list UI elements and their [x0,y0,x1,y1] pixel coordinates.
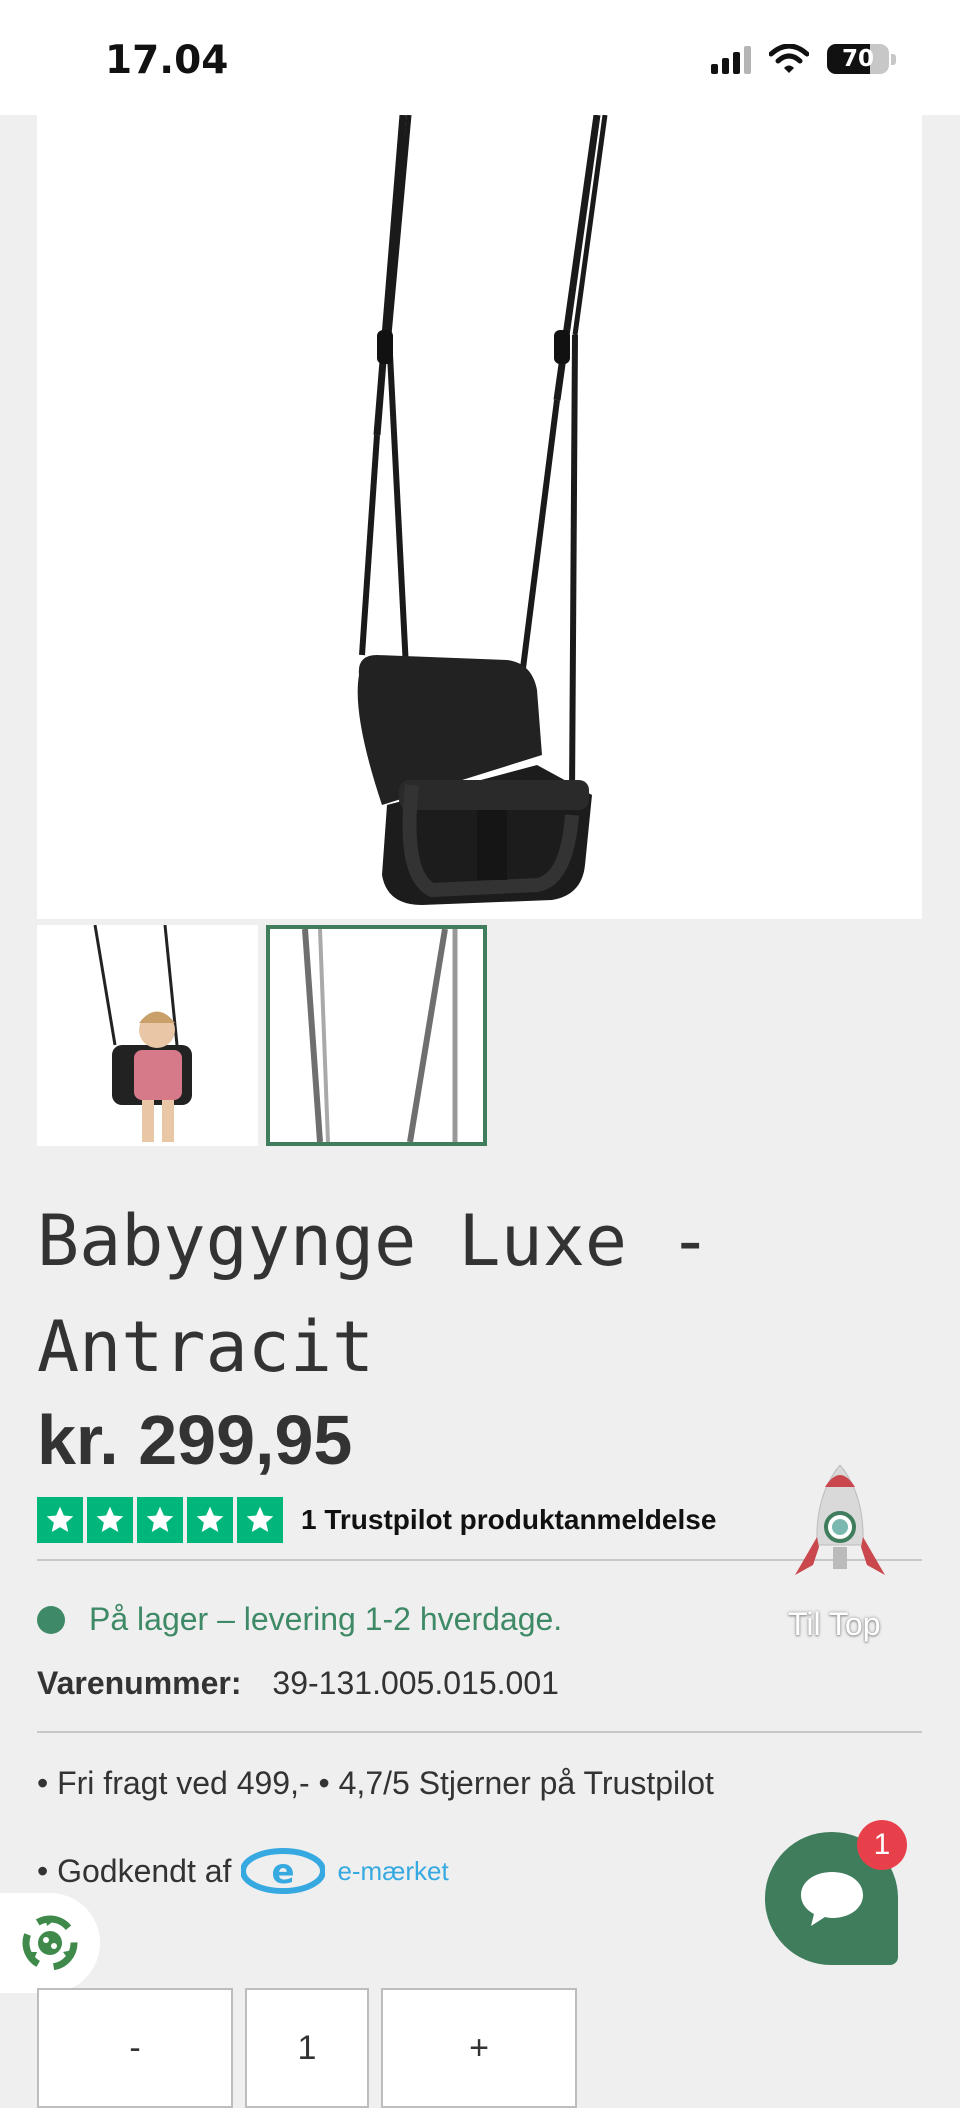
signal-icon [711,44,751,74]
rocket-icon[interactable] [785,1465,895,1605]
status-time: 17.04 [105,38,229,83]
trustpilot-review-count[interactable]: 1 Trustpilot produktanmeldelse [301,1504,716,1536]
star-icon [37,1497,83,1543]
sku: Varenummer: 39-131.005.015.001 [37,1665,559,1702]
usp-line: • Fri fragt ved 499,- • 4,7/5 Stjerner p… [37,1765,714,1801]
star-icon [137,1497,183,1543]
recycle-icon [22,1915,78,1971]
svg-text:e: e [272,1852,295,1892]
quantity-increase-button[interactable]: + [381,1988,577,2108]
emark-logo[interactable]: e e-mærket [241,1845,449,1897]
product-main-image[interactable] [37,114,922,919]
stock-status: På lager – levering 1-2 hverdage. [37,1601,562,1638]
in-stock-dot-icon [37,1605,65,1634]
thumbnail-2[interactable] [266,925,487,1146]
battery-icon: 70 [827,44,889,74]
thumbnail-gallery [37,924,487,1146]
star-icon [87,1497,133,1543]
product-price: kr. 299,95 [37,1401,353,1479]
status-icons: 70 [711,44,896,74]
approved-label: • Godkendt af [37,1852,232,1889]
trustpilot-rating[interactable]: 1 Trustpilot produktanmeldelse [37,1497,716,1543]
status-bar: 17.04 70 [0,0,960,115]
chat-bubble-icon [800,1871,863,1926]
sku-label: Varenummer: [37,1665,242,1701]
sku-value: 39-131.005.015.001 [272,1665,559,1701]
wifi-icon [769,44,809,73]
star-icon [187,1497,233,1543]
divider [37,1731,922,1733]
emark-label: e-mærket [337,1855,449,1886]
baby-swing-image [357,114,608,905]
battery-level: 70 [841,46,874,72]
thumbnail-1[interactable] [37,924,258,1146]
rating-stars [37,1497,287,1543]
recycle-button[interactable] [0,1893,100,1993]
star-icon [237,1497,283,1543]
chat-notification-badge: 1 [857,1820,907,1870]
to-top-label[interactable]: Til Top [788,1606,880,1643]
product-title: Babygynge Luxe - Antracit [37,1200,712,1388]
stock-text: På lager – levering 1-2 hverdage. [89,1601,563,1637]
emark-approval: • Godkendt af e e-mærket [37,1845,449,1897]
emark-icon: e [241,1848,326,1894]
quantity-stepper: - 1 + [37,1988,577,2108]
quantity-decrease-button[interactable]: - [37,1988,233,2108]
quantity-input[interactable]: 1 [245,1988,369,2108]
